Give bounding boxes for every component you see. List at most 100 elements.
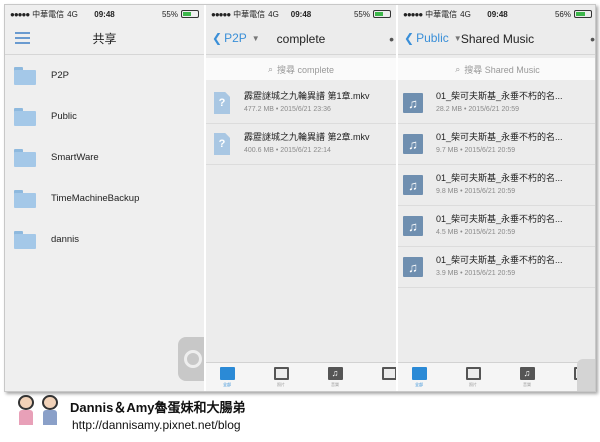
girl-avatar-icon bbox=[16, 395, 36, 429]
page-title: Shared Music bbox=[460, 31, 535, 46]
watermark: Dannis＆Amy魯蛋妹和大腸弟 http://dannisamy.pixne… bbox=[14, 393, 314, 439]
tab-bar: 全部 照片 ♫ 音樂 bbox=[206, 362, 396, 391]
tab-music[interactable]: ♫ 音樂 bbox=[326, 367, 344, 388]
folder-label: dannis bbox=[51, 234, 79, 245]
folder-label: Public bbox=[51, 111, 77, 122]
complete-folder-screen: ●●●●● 中華電信 4G 09:48 55% ❮ P2P ▼ complete… bbox=[204, 5, 396, 391]
back-button[interactable]: ❮ Public ▼ bbox=[404, 31, 462, 45]
battery-percent: 55% bbox=[353, 9, 370, 19]
battery-percent: 55% bbox=[161, 9, 178, 19]
tab-all[interactable]: 全部 bbox=[410, 367, 428, 388]
music-note-icon: ♫ bbox=[403, 134, 423, 154]
carrier-label: 中華電信 bbox=[32, 9, 65, 19]
battery-percent: 56% bbox=[554, 9, 571, 19]
chevron-left-icon: ❮ bbox=[404, 31, 415, 45]
file-row[interactable]: ♫ 01_柴可夫斯基_永垂不朽的名... 9.7 MB • 2015/6/21 … bbox=[398, 124, 595, 165]
status-bar: ●●●●● 中華電信 4G 09:48 56% bbox=[398, 5, 595, 23]
folder-icon bbox=[14, 66, 36, 85]
tab-photos[interactable]: 照片 bbox=[464, 367, 482, 388]
music-note-icon: ♫ bbox=[519, 367, 535, 380]
boy-avatar-icon bbox=[40, 395, 60, 429]
folder-label: SmartWare bbox=[51, 152, 99, 163]
tab-label: 照片 bbox=[469, 382, 477, 387]
network-label: 4G bbox=[67, 9, 78, 19]
page-title: complete bbox=[276, 31, 326, 46]
network-label: 4G bbox=[268, 9, 279, 19]
music-note-icon: ♫ bbox=[327, 367, 343, 380]
folder-icon bbox=[14, 230, 36, 249]
unknown-file-icon: ? bbox=[214, 133, 230, 155]
battery-icon bbox=[181, 10, 199, 18]
folder-row-dannis[interactable]: dannis bbox=[5, 219, 204, 260]
music-note-icon: ♫ bbox=[403, 257, 423, 277]
file-row[interactable]: ♫ 01_柴可夫斯基_永垂不朽的名... 3.9 MB • 2015/6/21 … bbox=[398, 247, 595, 288]
folder-row-public[interactable]: Public bbox=[5, 96, 204, 137]
file-name: 霹靂謎城之九輪異譜 第2章.mkv bbox=[244, 132, 370, 142]
search-input[interactable]: ⌕ 搜尋 Shared Music bbox=[398, 58, 595, 80]
nav-bar: 共享 bbox=[5, 23, 204, 55]
tab-label: 照片 bbox=[277, 382, 285, 387]
carrier-label: 中華電信 bbox=[233, 9, 266, 19]
folder-label: TimeMachineBackup bbox=[51, 193, 140, 204]
file-row[interactable]: ♫ 01_柴可夫斯基_永垂不朽的名... 28.2 MB • 2015/6/21… bbox=[398, 83, 595, 124]
all-files-icon bbox=[219, 367, 235, 380]
file-row[interactable]: ♫ 01_柴可夫斯基_永垂不朽的名... 9.8 MB • 2015/6/21 … bbox=[398, 165, 595, 206]
file-list: ♫ 01_柴可夫斯基_永垂不朽的名... 28.2 MB • 2015/6/21… bbox=[398, 83, 595, 288]
file-name: 01_柴可夫斯基_永垂不朽的名... bbox=[436, 214, 563, 224]
file-meta: 9.8 MB • 2015/6/21 20:59 bbox=[436, 188, 516, 195]
carrier-label: 中華電信 bbox=[425, 9, 458, 19]
file-name: 01_柴可夫斯基_永垂不朽的名... bbox=[436, 91, 563, 101]
folder-row-smartware[interactable]: SmartWare bbox=[5, 137, 204, 178]
tab-video[interactable] bbox=[380, 367, 396, 380]
folder-label: P2P bbox=[51, 70, 69, 81]
search-placeholder: 搜尋 complete bbox=[277, 64, 335, 75]
assistive-touch-button[interactable] bbox=[577, 359, 595, 391]
music-note-icon: ♫ bbox=[403, 216, 423, 236]
nav-bar: ❮ Public ▼ Shared Music • bbox=[398, 23, 595, 55]
chevron-down-icon: ▼ bbox=[453, 33, 462, 43]
file-row[interactable]: ? 霹靂謎城之九輪異譜 第1章.mkv 477.2 MB • 2015/6/21… bbox=[206, 83, 396, 124]
tab-music[interactable]: ♫ 音樂 bbox=[518, 367, 536, 388]
tab-bar: 全部 照片 ♫ 音樂 影片 bbox=[398, 362, 595, 391]
film-icon bbox=[381, 367, 396, 380]
folder-row-timemachinebackup[interactable]: TimeMachineBackup bbox=[5, 178, 204, 219]
music-note-icon: ♫ bbox=[403, 175, 423, 195]
back-label: Public bbox=[416, 31, 449, 45]
nav-bar: ❮ P2P ▼ complete • bbox=[206, 23, 396, 55]
screenshot-frame: ●●●●● 中華電信 4G 09:48 55% 共享 P2P Public Sm… bbox=[4, 4, 596, 392]
file-name: 霹靂謎城之九輪異譜 第1章.mkv bbox=[244, 91, 370, 101]
file-meta: 3.9 MB • 2015/6/21 20:59 bbox=[436, 270, 516, 277]
image-icon bbox=[465, 367, 481, 380]
file-meta: 9.7 MB • 2015/6/21 20:59 bbox=[436, 147, 516, 154]
search-icon: ⌕ bbox=[267, 63, 273, 74]
tab-photos[interactable]: 照片 bbox=[272, 367, 290, 388]
more-button[interactable]: • bbox=[389, 31, 394, 47]
folder-icon bbox=[14, 189, 36, 208]
file-name: 01_柴可夫斯基_永垂不朽的名... bbox=[436, 255, 563, 265]
file-meta: 477.2 MB • 2015/6/21 23:36 bbox=[244, 106, 331, 113]
search-placeholder: 搜尋 Shared Music bbox=[464, 64, 540, 75]
signal-icon: ●●●●● bbox=[403, 9, 423, 19]
file-list: ? 霹靂謎城之九輪異譜 第1章.mkv 477.2 MB • 2015/6/21… bbox=[206, 83, 396, 165]
assistive-touch-button[interactable] bbox=[178, 337, 204, 381]
search-icon: ⌕ bbox=[455, 63, 461, 74]
status-bar: ●●●●● 中華電信 4G 09:48 55% bbox=[206, 5, 396, 23]
page-title: 共享 bbox=[92, 32, 117, 46]
back-button[interactable]: ❮ P2P ▼ bbox=[212, 31, 260, 45]
back-label: P2P bbox=[224, 31, 247, 45]
file-row[interactable]: ♫ 01_柴可夫斯基_永垂不朽的名... 4.5 MB • 2015/6/21 … bbox=[398, 206, 595, 247]
signal-icon: ●●●●● bbox=[211, 9, 231, 19]
signal-icon: ●●●●● bbox=[10, 9, 30, 19]
tab-all[interactable]: 全部 bbox=[218, 367, 236, 388]
more-button[interactable]: • bbox=[590, 31, 595, 47]
search-input[interactable]: ⌕ 搜尋 complete bbox=[206, 58, 396, 80]
shared-music-screen: ●●●●● 中華電信 4G 09:48 56% ❮ Public ▼ Share… bbox=[396, 5, 595, 391]
battery-icon bbox=[574, 10, 592, 18]
folder-row-p2p[interactable]: P2P bbox=[5, 55, 204, 96]
hamburger-menu-icon[interactable] bbox=[15, 32, 30, 44]
unknown-file-icon: ? bbox=[214, 92, 230, 114]
shares-screen: ●●●●● 中華電信 4G 09:48 55% 共享 P2P Public Sm… bbox=[5, 5, 204, 391]
file-meta: 28.2 MB • 2015/6/21 20:59 bbox=[436, 106, 520, 113]
battery-icon bbox=[373, 10, 391, 18]
file-row[interactable]: ? 霹靂謎城之九輪異譜 第2章.mkv 400.6 MB • 2015/6/21… bbox=[206, 124, 396, 165]
